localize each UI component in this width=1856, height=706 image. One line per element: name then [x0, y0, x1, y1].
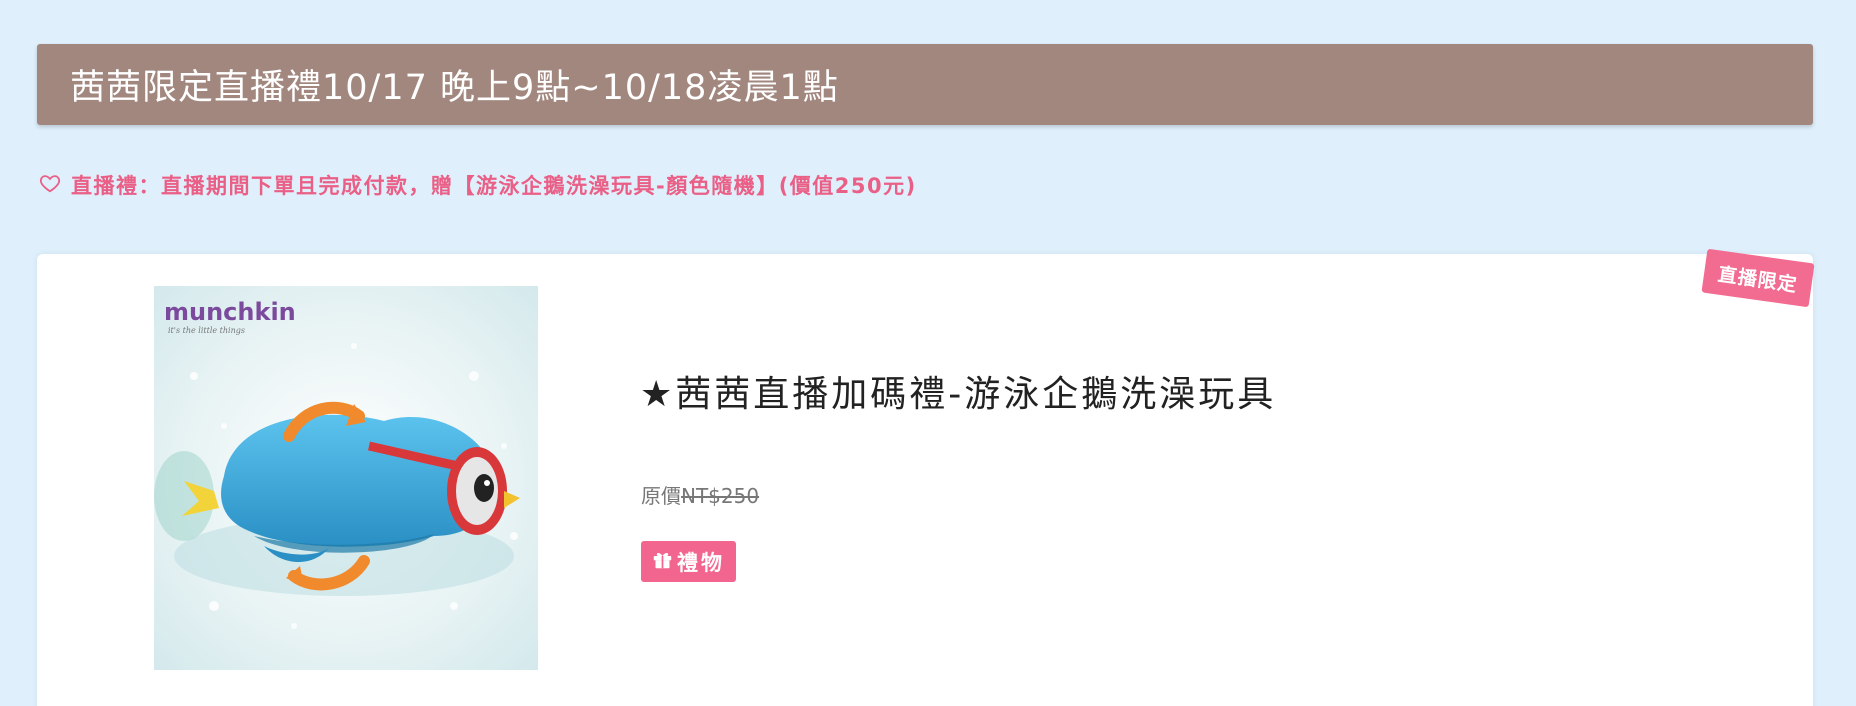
original-price: 原價NT$250	[641, 480, 759, 509]
price-label: 原價	[641, 484, 681, 508]
gift-notice: 直播禮：直播期間下單且完成付款，贈【游泳企鵝洗澡玩具-顏色隨機】(價值250元)	[39, 170, 917, 200]
product-title[interactable]: ★茜茜直播加碼禮-游泳企鵝洗澡玩具	[640, 365, 1276, 417]
gift-tag: 禮物	[641, 541, 736, 582]
banner-title: 茜茜限定直播禮10/17 晚上9點~10/18凌晨1點	[70, 68, 839, 108]
heart-outline-icon	[39, 172, 61, 199]
gift-tag-label: 禮物	[677, 550, 725, 575]
gift-icon	[652, 549, 673, 575]
price-value: NT$250	[681, 484, 760, 508]
product-image[interactable]: munchkin it's the little things	[154, 286, 538, 670]
brand-tagline: it's the little things	[168, 326, 245, 335]
brand-logo: munchkin	[164, 298, 296, 326]
event-banner: 茜茜限定直播禮10/17 晚上9點~10/18凌晨1點	[37, 44, 1813, 125]
gift-notice-text: 直播禮：直播期間下單且完成付款，贈【游泳企鵝洗澡玩具-顏色隨機】(價值250元)	[71, 174, 917, 198]
